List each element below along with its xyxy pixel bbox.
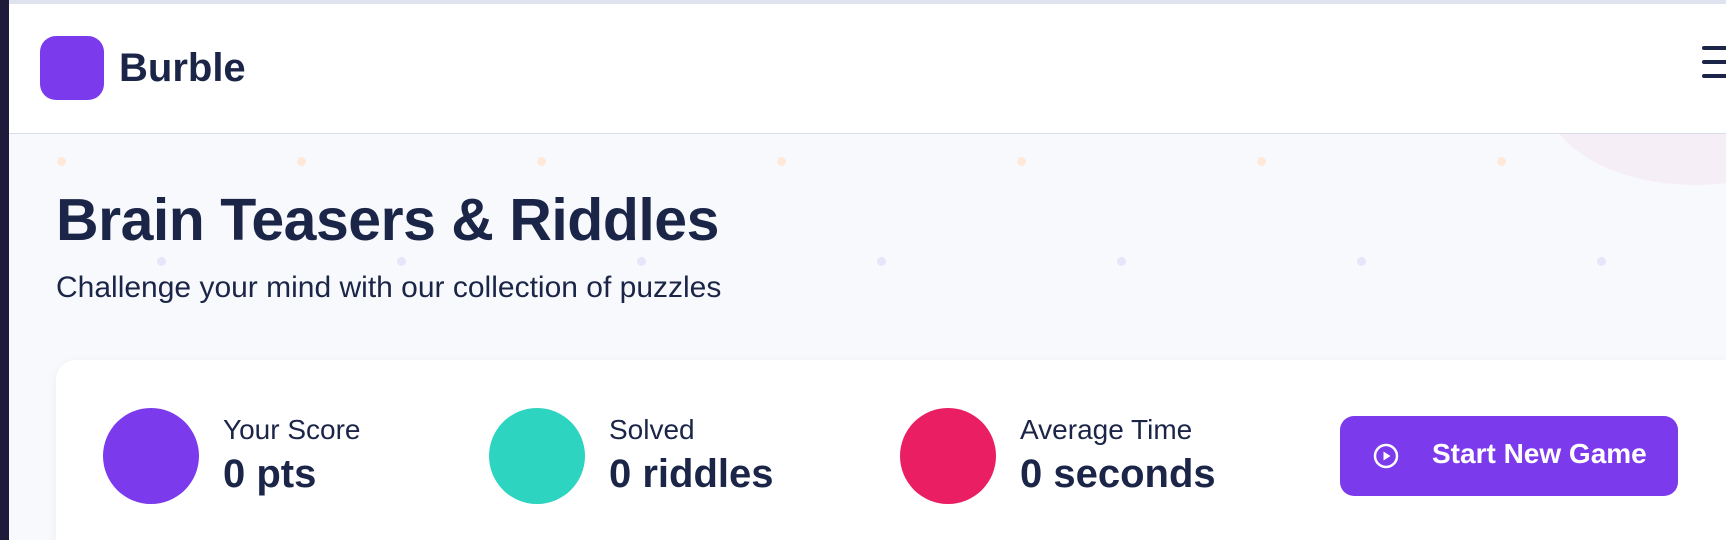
solved-badge-icon (489, 408, 585, 504)
decorative-dot (777, 157, 786, 166)
brand-name[interactable]: Burble (119, 46, 246, 91)
decorative-dot (1117, 257, 1126, 266)
stat-value: 0 pts (223, 452, 317, 496)
stat-value: 0 seconds (1020, 452, 1216, 496)
decorative-dot (1017, 157, 1026, 166)
decorative-dot (1357, 257, 1366, 266)
decorative-dot (1597, 257, 1606, 266)
decorative-dot (397, 257, 406, 266)
decorative-dot (297, 157, 306, 166)
page-subtitle: Challenge your mind with our collection … (56, 271, 722, 304)
decorative-dot (57, 157, 66, 166)
play-circle-icon (1372, 442, 1400, 473)
app-header: Burble (9, 4, 1726, 134)
start-new-game-label: Start New Game (1432, 438, 1647, 469)
start-new-game-button[interactable]: Start New Game (1340, 416, 1678, 496)
stats-card: Your Score 0 pts Solved 0 riddles Averag… (56, 360, 1726, 540)
stat-label: Your Score (223, 414, 361, 445)
stat-value: 0 riddles (609, 452, 774, 496)
logo-icon[interactable] (40, 36, 104, 100)
decorative-dot (537, 157, 546, 166)
stat-label: Solved (609, 414, 695, 445)
stat-label: Average Time (1020, 414, 1193, 445)
decorative-dot (637, 257, 646, 266)
timer-badge-icon (900, 408, 996, 504)
decorative-dot (877, 257, 886, 266)
app-frame: Burble Brain Teasers & Riddles Challenge… (9, 0, 1726, 540)
decorative-dot (1257, 157, 1266, 166)
decorative-dot (1497, 157, 1506, 166)
decorative-dot (157, 257, 166, 266)
page-title: Brain Teasers & Riddles (56, 187, 719, 253)
hamburger-menu-icon[interactable] (1702, 46, 1726, 88)
score-badge-icon (103, 408, 199, 504)
